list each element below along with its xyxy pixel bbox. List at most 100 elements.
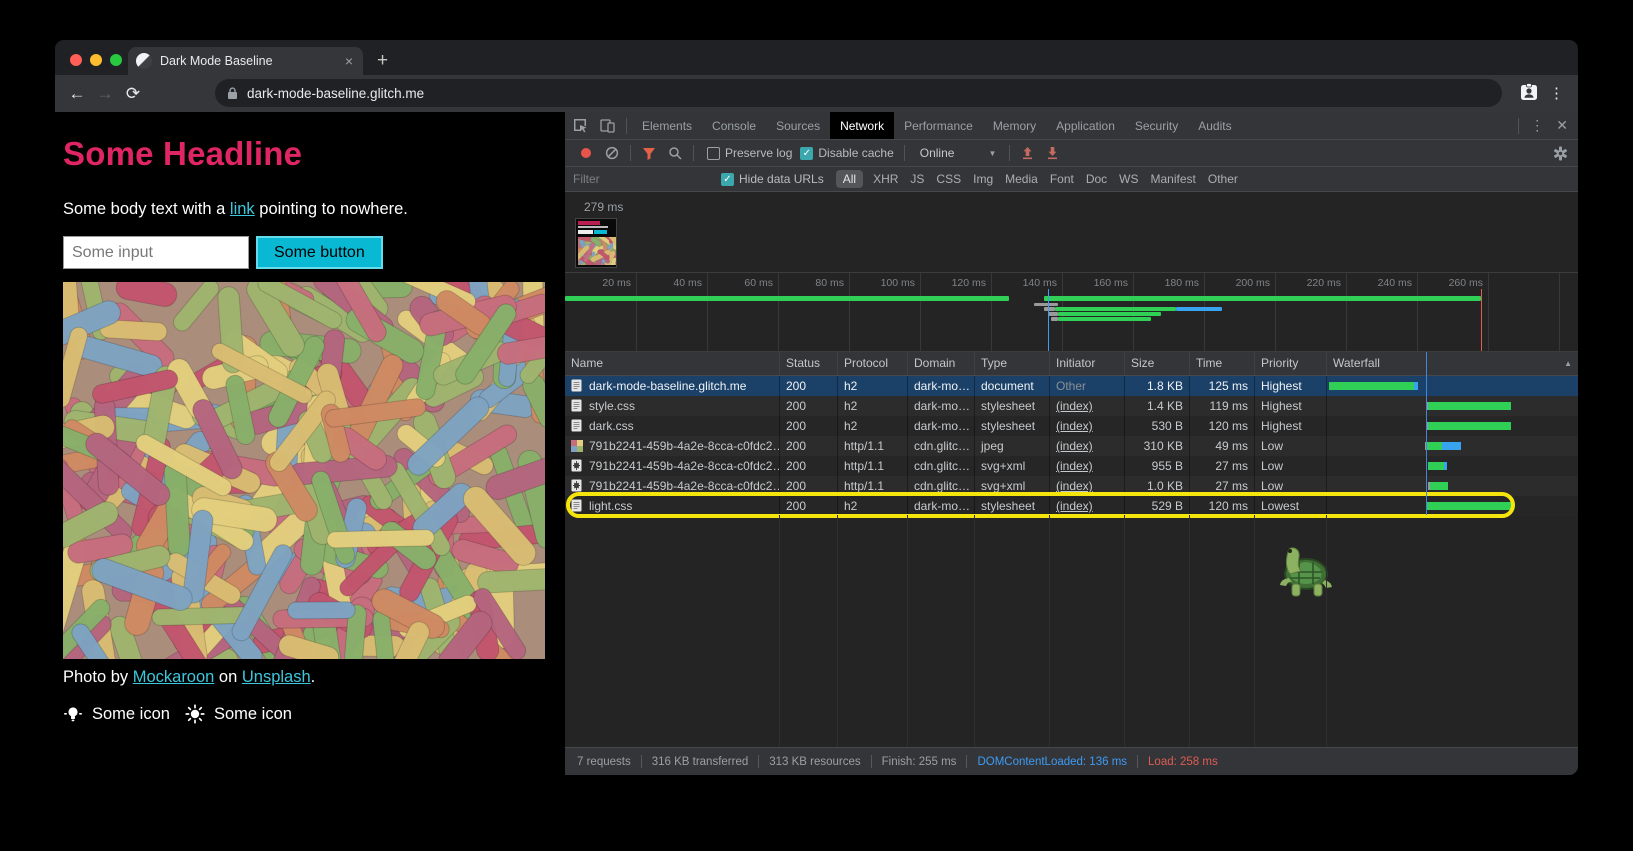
inspect-element-icon[interactable] [573,118,588,133]
some-input-field[interactable] [63,236,249,269]
throttling-select[interactable]: Online [920,146,955,160]
filter-chip-font[interactable]: Font [1050,172,1074,186]
unsplash-link[interactable]: Unsplash [242,668,311,686]
filter-chip-ws[interactable]: WS [1119,172,1138,186]
filter-chip-media[interactable]: Media [1005,172,1038,186]
ruler-gridline [1559,273,1560,351]
traffic-zoom-button[interactable] [110,54,122,66]
cell-initiator: Other [1050,376,1125,396]
browser-toolbar: ← → ⟳ dark-mode-baseline.glitch.me ⋮ [55,75,1578,112]
cell-domain: dark-mo… [908,416,975,436]
devtools-tab-network[interactable]: Network [830,112,894,139]
import-har-icon[interactable] [1021,146,1034,160]
some-button[interactable]: Some button [256,236,383,269]
ruler-gridline [1346,273,1347,351]
filter-chip-other[interactable]: Other [1208,172,1238,186]
browser-tab[interactable]: Dark Mode Baseline × [128,47,363,75]
device-toolbar-icon[interactable] [600,118,615,133]
ruler-gridline [636,273,637,351]
devtools-tab-memory[interactable]: Memory [983,112,1046,139]
devtools-tab-console[interactable]: Console [702,112,766,139]
filter-chip-doc[interactable]: Doc [1086,172,1107,186]
clear-icon[interactable] [605,146,619,160]
filter-chip-xhr[interactable]: XHR [873,172,898,186]
cell-domain: dark-mo… [908,396,975,416]
settings-gear-icon[interactable] [1553,146,1568,161]
waterfall-bar [1442,442,1461,450]
filmstrip-thumbnail[interactable] [575,218,617,268]
column-header-type[interactable]: Type [975,352,1050,375]
web-page: Some Headline Some body text with a link… [55,112,565,775]
initiator-link[interactable]: (index) [1056,419,1093,433]
column-header-time[interactable]: Time [1190,352,1255,375]
column-header-name[interactable]: Name [565,352,780,375]
status-separator [758,755,759,768]
body-link[interactable]: link [230,200,255,218]
column-header-waterfall[interactable]: Waterfall▲ [1327,352,1578,375]
initiator-link[interactable]: (index) [1056,439,1093,453]
record-button[interactable] [581,148,591,158]
preserve-log-label: Preserve log [725,146,792,160]
filter-chip-manifest[interactable]: Manifest [1151,172,1196,186]
column-header-priority[interactable]: Priority [1255,352,1327,375]
overview-bar [1058,312,1161,316]
disable-cache-checkbox[interactable]: ✓ [800,147,813,160]
address-bar[interactable]: dark-mode-baseline.glitch.me [215,79,1502,107]
forward-button[interactable]: → [91,84,119,104]
window-content: Some Headline Some body text with a link… [55,112,1578,775]
devtools-tab-application[interactable]: Application [1046,112,1125,139]
cell-size: 1.4 KB [1125,396,1190,416]
waterfall-overview[interactable]: 20 ms40 ms60 ms80 ms100 ms120 ms140 ms16… [565,273,1578,352]
devtools-tab-audits[interactable]: Audits [1188,112,1241,139]
initiator-link[interactable]: (index) [1056,459,1093,473]
devtools-tab-elements[interactable]: Elements [632,112,702,139]
devtools-tab-performance[interactable]: Performance [894,112,983,139]
ruler-tick-label: 80 ms [784,277,844,289]
document-file-icon [571,378,582,391]
cell-status: 200 [780,496,838,516]
filter-chip-all[interactable]: All [836,170,863,188]
traffic-minimize-button[interactable] [90,54,102,66]
waterfall-bar [1428,402,1511,410]
initiator-link[interactable]: (index) [1056,399,1093,413]
cell-initiator: (index) [1050,496,1125,516]
ruler-gridline [1275,273,1276,351]
devtools-close-icon[interactable]: ✕ [1556,117,1568,134]
filter-funnel-icon[interactable] [642,147,656,160]
mockaroon-link[interactable]: Mockaroon [133,668,215,686]
preserve-log-checkbox[interactable] [707,147,720,160]
waterfall-bar [1427,442,1442,450]
browser-menu-kebab-icon[interactable]: ⋮ [1549,84,1564,102]
ruler-tick-label: 160 ms [1068,277,1128,289]
request-name: 791b2241-459b-4a2e-8cca-c0fdc2… [589,479,780,493]
filter-chip-js[interactable]: JS [910,172,924,186]
filter-chip-css[interactable]: CSS [936,172,961,186]
column-header-protocol[interactable]: Protocol [838,352,908,375]
tab-close-icon[interactable]: × [343,53,355,69]
initiator-link[interactable]: (index) [1056,479,1093,493]
cell-name: 791b2241-459b-4a2e-8cca-c0fdc2… [565,456,780,476]
sort-ascending-icon: ▲ [1564,352,1572,375]
search-icon[interactable] [668,146,682,160]
column-header-status[interactable]: Status [780,352,838,375]
back-button[interactable]: ← [63,84,91,104]
profile-avatar-icon[interactable] [1518,81,1540,108]
filter-input[interactable]: Filter [573,172,713,186]
column-header-domain[interactable]: Domain [908,352,975,375]
column-separator [1124,515,1125,747]
new-tab-button[interactable]: + [377,48,388,74]
column-header-size[interactable]: Size [1125,352,1190,375]
cell-priority: Low [1255,456,1327,476]
traffic-close-button[interactable] [70,54,82,66]
hide-data-urls-checkbox[interactable]: ✓ [721,173,734,186]
filter-chip-img[interactable]: Img [973,172,993,186]
initiator-link[interactable]: (index) [1056,499,1093,513]
export-har-icon[interactable] [1046,146,1059,160]
overview-bar [1176,307,1222,311]
column-header-initiator[interactable]: Initiator [1050,352,1125,375]
cell-initiator: (index) [1050,396,1125,416]
devtools-tab-security[interactable]: Security [1125,112,1188,139]
reload-button[interactable]: ⟳ [119,84,147,104]
devtools-tab-sources[interactable]: Sources [766,112,830,139]
devtools-menu-kebab-icon[interactable]: ⋮ [1530,117,1544,134]
